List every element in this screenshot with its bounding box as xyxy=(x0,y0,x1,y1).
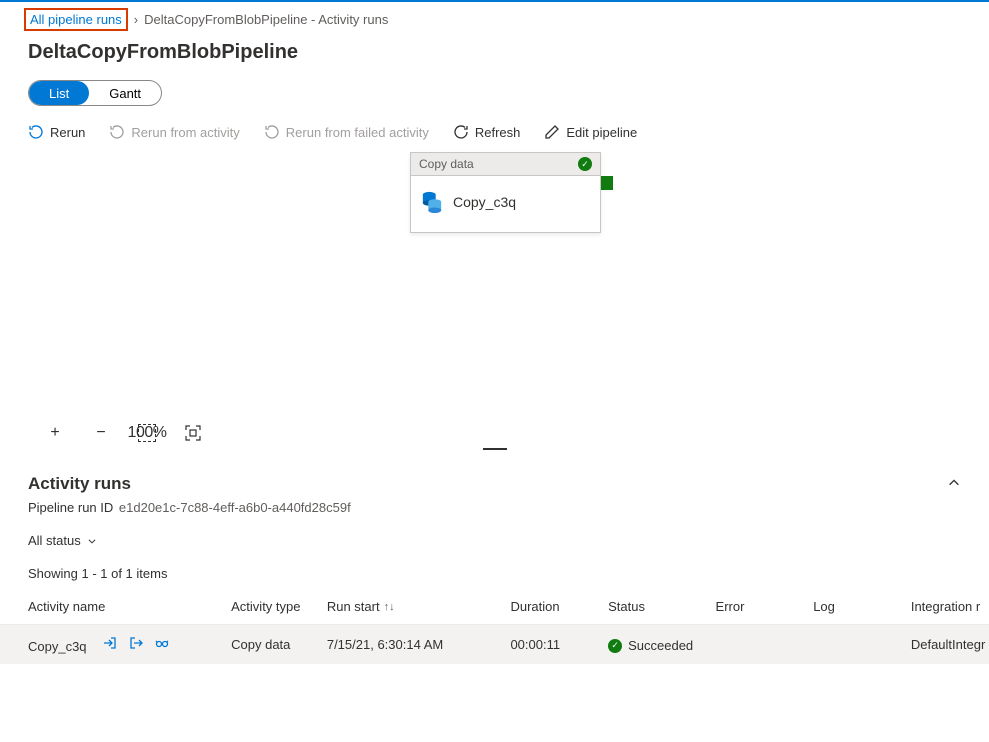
activity-runs-title: Activity runs xyxy=(28,474,131,494)
zoom-fit-button[interactable] xyxy=(184,424,202,442)
filter-row: All status xyxy=(0,515,989,548)
col-activity-type[interactable]: Activity type xyxy=(231,599,327,614)
activity-card-type: Copy data xyxy=(419,157,474,171)
toolbar: Rerun Rerun from activity Rerun from fai… xyxy=(28,124,961,140)
edit-pipeline-button[interactable]: Edit pipeline xyxy=(544,124,637,140)
refresh-button[interactable]: Refresh xyxy=(453,124,521,140)
details-glasses-icon[interactable] xyxy=(154,635,170,651)
view-toggle-list[interactable]: List xyxy=(29,81,89,105)
refresh-icon xyxy=(453,124,469,140)
activity-connector xyxy=(601,176,613,190)
table-header: Activity name Activity type Run start ↑↓… xyxy=(0,591,989,625)
pipeline-run-id: Pipeline run ID e1d20e1c-7c88-4eff-a6b0-… xyxy=(0,494,989,515)
rerun-icon xyxy=(264,124,280,140)
activity-card-name: Copy_c3q xyxy=(453,194,516,210)
view-toggle: List Gantt xyxy=(28,80,162,106)
pencil-icon xyxy=(544,124,560,140)
col-status[interactable]: Status xyxy=(608,599,715,614)
breadcrumb-separator: › xyxy=(134,12,138,27)
rerun-button[interactable]: Rerun xyxy=(28,124,85,140)
rerun-label: Rerun xyxy=(50,125,85,140)
col-error[interactable]: Error xyxy=(716,599,814,614)
pipeline-canvas[interactable]: Copy data ✓ Copy_c3q + − 100% xyxy=(28,152,961,442)
activity-card[interactable]: Copy data ✓ Copy_c3q xyxy=(410,152,601,233)
collapse-section-button[interactable] xyxy=(947,476,961,493)
zoom-out-button[interactable]: − xyxy=(92,424,110,442)
run-id-label: Pipeline run ID xyxy=(28,500,113,515)
panel-resize-handle[interactable] xyxy=(0,448,989,466)
row-status: Succeeded xyxy=(628,638,693,653)
chevron-up-icon xyxy=(947,476,961,490)
row-activity-name: Copy_c3q xyxy=(28,639,87,654)
success-check-icon: ✓ xyxy=(608,639,622,653)
col-run-start-label: Run start xyxy=(327,599,380,614)
rerun-from-activity-label: Rerun from activity xyxy=(131,125,239,140)
status-filter-label: All status xyxy=(28,533,81,548)
breadcrumb: All pipeline runs › DeltaCopyFromBlobPip… xyxy=(0,2,989,37)
page-title: DeltaCopyFromBlobPipeline xyxy=(28,41,961,64)
col-duration[interactable]: Duration xyxy=(510,599,608,614)
activity-runs-header: Activity runs xyxy=(0,474,989,494)
activity-card-header: Copy data ✓ xyxy=(411,153,600,176)
refresh-label: Refresh xyxy=(475,125,521,140)
status-filter-dropdown[interactable]: All status xyxy=(28,533,97,548)
rerun-icon xyxy=(109,124,125,140)
breadcrumb-all-pipeline-runs[interactable]: All pipeline runs xyxy=(24,8,128,31)
view-toggle-gantt[interactable]: Gantt xyxy=(89,81,161,105)
activity-runs-table: Activity name Activity type Run start ↑↓… xyxy=(0,591,989,664)
success-check-icon: ✓ xyxy=(578,157,592,171)
output-icon[interactable] xyxy=(128,635,144,651)
rerun-from-activity-button: Rerun from activity xyxy=(109,124,239,140)
activity-card-body: Copy_c3q xyxy=(411,176,600,232)
input-icon[interactable] xyxy=(102,635,118,651)
table-row[interactable]: Copy_c3q Copy data 7/15/21, 6:30:14 AM 0… xyxy=(0,625,989,664)
col-run-start[interactable]: Run start ↑↓ xyxy=(327,599,511,614)
run-id-value: e1d20e1c-7c88-4eff-a6b0-a440fd28c59f xyxy=(119,500,351,515)
rerun-icon xyxy=(28,124,44,140)
row-run-start: 7/15/21, 6:30:14 AM xyxy=(327,637,511,652)
showing-count: Showing 1 - 1 of 1 items xyxy=(0,548,989,591)
zoom-100-button[interactable]: 100% xyxy=(138,424,156,442)
database-icon xyxy=(421,190,443,214)
col-activity-name[interactable]: Activity name xyxy=(28,599,231,614)
row-duration: 00:00:11 xyxy=(510,637,608,652)
breadcrumb-current: DeltaCopyFromBlobPipeline - Activity run… xyxy=(144,12,388,27)
zoom-controls: + − 100% xyxy=(46,424,202,442)
chevron-down-icon xyxy=(87,536,97,546)
zoom-in-button[interactable]: + xyxy=(46,424,64,442)
row-integration: DefaultIntegr xyxy=(911,637,989,652)
row-activity-type: Copy data xyxy=(231,637,327,652)
col-integration[interactable]: Integration r xyxy=(911,599,989,614)
col-log[interactable]: Log xyxy=(813,599,911,614)
edit-pipeline-label: Edit pipeline xyxy=(566,125,637,140)
rerun-from-failed-button: Rerun from failed activity xyxy=(264,124,429,140)
sort-icon: ↑↓ xyxy=(384,601,395,613)
rerun-from-failed-label: Rerun from failed activity xyxy=(286,125,429,140)
